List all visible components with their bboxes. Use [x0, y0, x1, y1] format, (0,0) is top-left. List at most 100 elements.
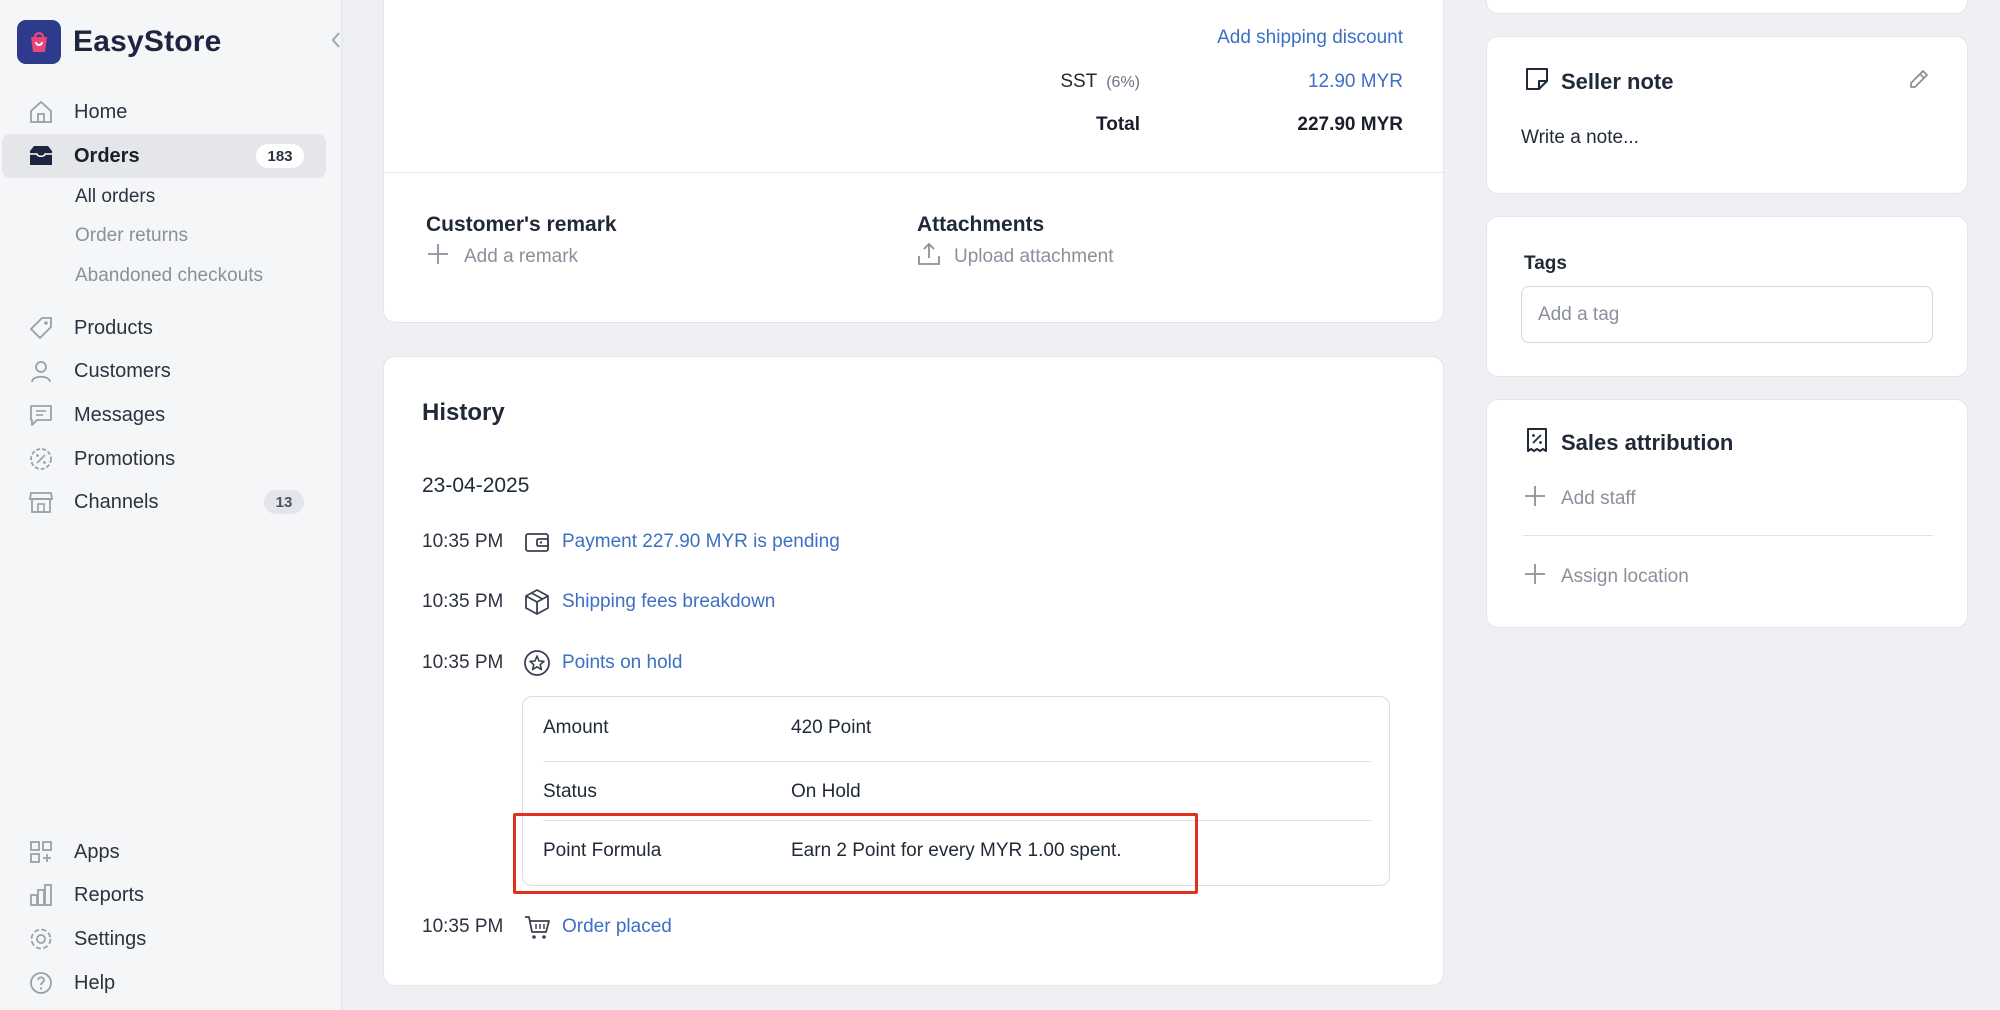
sidebar: EasyStore Home Orders 183 All orders Ord…	[0, 0, 342, 1010]
sidebar-item-settings[interactable]: Settings	[2, 917, 326, 961]
assign-location-button[interactable]: Assign location	[1523, 562, 1689, 591]
seller-note-text[interactable]: Write a note...	[1521, 127, 1639, 149]
shipping-fees-breakdown-link[interactable]: Shipping fees breakdown	[562, 591, 775, 613]
assign-location-label: Assign location	[1561, 565, 1689, 587]
history-date: 23-04-2025	[422, 474, 530, 497]
package-icon	[522, 587, 552, 617]
order-placed-link[interactable]: Order placed	[562, 916, 672, 938]
tags-card: Tags Add a tag	[1486, 216, 1968, 377]
points-detail-row: Amount 420 Point	[543, 699, 1371, 757]
brand-name: EasyStore	[73, 25, 222, 58]
detail-value: 420 Point	[791, 717, 872, 738]
event-time: 10:35 PM	[422, 591, 504, 612]
history-event: 10:35 PM Payment 227.90 MYR is pending	[422, 527, 840, 557]
sidebar-item-label: Orders	[74, 144, 140, 167]
customer-remark-title: Customer's remark	[426, 213, 617, 236]
sidebar-item-orders[interactable]: Orders 183	[2, 134, 326, 178]
apps-grid-icon	[24, 835, 58, 869]
sidebar-subitem-order-returns[interactable]: Order returns	[75, 225, 188, 247]
event-time: 10:35 PM	[422, 652, 504, 673]
plus-icon	[1523, 562, 1547, 591]
inbox-tray-icon	[24, 139, 58, 173]
channels-count-badge: 13	[264, 490, 304, 514]
sidebar-item-reports[interactable]: Reports	[2, 873, 326, 917]
sidebar-item-channels[interactable]: Channels 13	[2, 480, 326, 524]
attachments-title: Attachments	[917, 213, 1045, 236]
tags-title: Tags	[1524, 253, 1567, 274]
add-remark-button[interactable]: Add a remark	[426, 242, 578, 271]
sidebar-item-label: Settings	[74, 927, 147, 950]
cut-off-row	[802, 0, 1442, 1]
sidebar-subitem-all-orders[interactable]: All orders	[75, 186, 155, 208]
brand[interactable]: EasyStore	[17, 20, 222, 64]
sales-attribution-title: Sales attribution	[1561, 429, 1734, 455]
history-event: 10:35 PM Points on hold	[422, 648, 682, 678]
payment-pending-link[interactable]: Payment 227.90 MYR is pending	[562, 531, 840, 553]
upload-attachment-label: Upload attachment	[954, 245, 1114, 267]
sidebar-item-label: Home	[74, 100, 128, 123]
sidebar-item-label: Reports	[74, 883, 145, 906]
sidebar-item-promotions[interactable]: Promotions	[2, 437, 326, 481]
history-title: History	[422, 399, 505, 426]
sidebar-subitem-abandoned-checkouts[interactable]: Abandoned checkouts	[75, 265, 263, 287]
divider	[1523, 535, 1933, 536]
highlight-box	[513, 813, 1198, 894]
upload-icon	[916, 241, 942, 272]
add-remark-label: Add a remark	[464, 245, 579, 267]
points-on-hold-link[interactable]: Points on hold	[562, 652, 682, 674]
gear-icon	[24, 922, 58, 956]
seller-note-title: Seller note	[1561, 68, 1674, 94]
total-label: Total	[1096, 114, 1140, 135]
event-time: 10:35 PM	[422, 531, 504, 552]
sticky-note-icon	[1523, 65, 1551, 98]
sidebar-item-label: Channels	[74, 490, 159, 513]
receipt-percent-icon	[1523, 426, 1551, 459]
star-badge-icon	[522, 648, 552, 678]
add-shipping-discount-link[interactable]: Add shipping discount	[1217, 27, 1403, 49]
easystore-logo-icon	[17, 20, 61, 64]
cart-icon	[522, 912, 552, 942]
event-time: 10:35 PM	[422, 916, 504, 937]
plus-icon	[1523, 484, 1547, 513]
collapse-sidebar-icon[interactable]	[330, 30, 342, 56]
sidebar-item-label: Messages	[74, 403, 166, 426]
tax-value: 12.90 MYR	[1307, 71, 1403, 92]
detail-key: Status	[543, 781, 597, 802]
sales-attribution-card: Sales attribution Add staff Assign locat…	[1486, 399, 1968, 628]
help-circle-icon	[24, 966, 58, 1000]
seller-note-header: Seller note	[1523, 65, 1673, 98]
sidebar-item-customers[interactable]: Customers	[2, 349, 326, 393]
add-staff-button[interactable]: Add staff	[1523, 484, 1636, 513]
tax-label-text: SST	[1060, 71, 1097, 92]
add-tag-placeholder: Add a tag	[1538, 303, 1620, 325]
detail-value: On Hold	[791, 781, 861, 802]
wallet-icon	[522, 527, 552, 557]
total-value: 227.90 MYR	[1297, 114, 1403, 135]
sales-attribution-header: Sales attribution	[1523, 426, 1733, 459]
sidebar-item-label: Customers	[74, 359, 171, 382]
sidebar-item-home[interactable]: Home	[2, 90, 326, 134]
sidebar-item-products[interactable]: Products	[2, 306, 326, 350]
history-event: 10:35 PM Order placed	[422, 912, 672, 942]
home-icon	[24, 95, 58, 129]
sidebar-item-label: Apps	[74, 840, 120, 863]
user-icon	[24, 354, 58, 388]
sidebar-item-label: Promotions	[74, 447, 176, 470]
upload-attachment-button[interactable]: Upload attachment	[916, 241, 1114, 272]
sidebar-item-label: Help	[74, 971, 116, 994]
sidebar-item-messages[interactable]: Messages	[2, 393, 326, 437]
orders-count-badge: 183	[256, 144, 304, 168]
tax-label: SST (6%)	[1060, 71, 1140, 93]
tag-icon	[24, 311, 58, 345]
plus-icon	[426, 242, 450, 271]
add-staff-label: Add staff	[1561, 487, 1636, 509]
storefront-icon	[24, 485, 58, 519]
cut-off-card	[1486, 0, 1968, 14]
sidebar-item-help[interactable]: Help	[2, 961, 326, 1005]
history-event: 10:35 PM Shipping fees breakdown	[422, 587, 775, 617]
order-summary-card: Add shipping discount SST (6%) 12.90 MYR…	[383, 0, 1444, 323]
sidebar-item-apps[interactable]: Apps	[2, 830, 326, 874]
edit-pencil-icon[interactable]	[1907, 67, 1931, 96]
detail-key: Amount	[543, 717, 609, 738]
add-tag-input[interactable]: Add a tag	[1521, 286, 1933, 343]
